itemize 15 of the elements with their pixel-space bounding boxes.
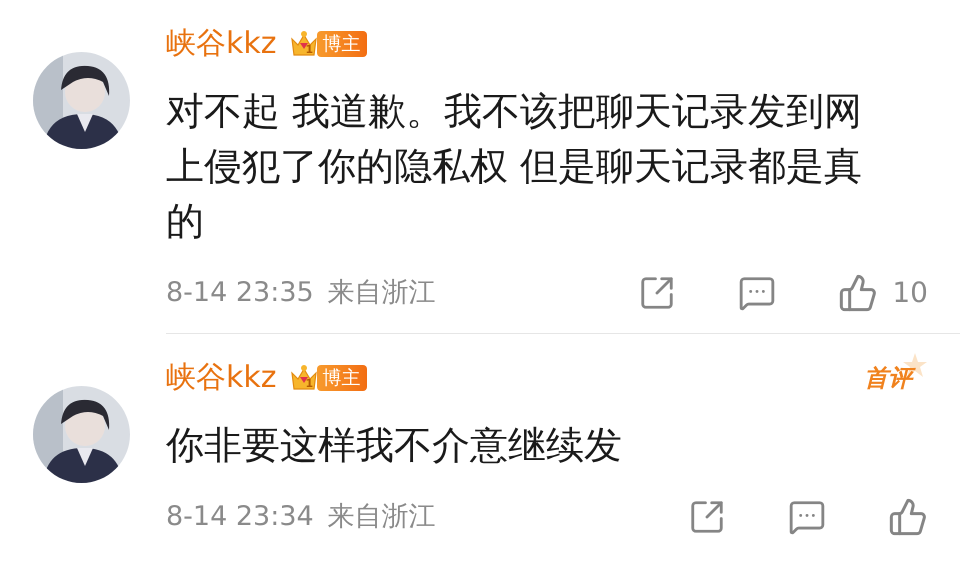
comment-time: 8-14 23:34 [166,500,314,534]
comment-text: 你非要这样我不介意继续发 [166,422,623,469]
like-count: 10 [892,275,928,311]
like-icon[interactable] [838,273,878,313]
author-name[interactable]: 峡谷kkz [166,29,276,59]
comment-location: 来自浙江 [328,500,436,534]
comment-location: 来自浙江 [328,276,436,310]
author-name[interactable]: 峡谷kkz [166,363,276,393]
blogger-badge: 博主 [316,31,366,57]
comment-text: 对不起 我道歉。我不该把聊天记录发到网上侵犯了你的隐私权 但是聊天记录都是真的 [166,88,864,245]
comment-time: 8-14 23:35 [166,276,314,310]
level-number: 1 [306,378,314,390]
blogger-badge: 博主 [316,365,366,391]
like-icon[interactable] [888,497,928,537]
level-number: 1 [306,44,314,56]
